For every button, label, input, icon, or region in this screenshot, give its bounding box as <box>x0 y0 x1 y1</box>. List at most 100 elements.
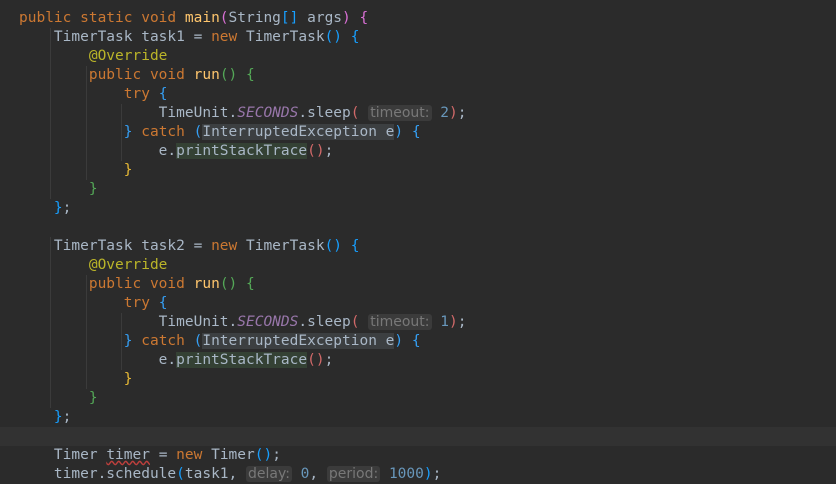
code-token: { <box>158 86 168 102</box>
code-line[interactable]: e.printStackTrace(); <box>0 142 836 161</box>
code-token: ) <box>394 124 404 140</box>
code-text: TimeUnit.SECONDS.sleep( timeout: 1); <box>19 313 466 332</box>
code-text: } catch (InterruptedException e) { <box>19 123 421 142</box>
code-line[interactable]: } <box>0 161 836 180</box>
code-token: } <box>19 181 98 197</box>
code-line[interactable]: @Override <box>0 47 836 66</box>
code-token: ) <box>448 105 458 121</box>
code-token: try <box>19 86 159 102</box>
code-token: main <box>184 10 220 26</box>
code-line[interactable]: try { <box>0 294 836 313</box>
code-token: } <box>19 124 133 140</box>
code-line[interactable]: } <box>0 389 836 408</box>
code-token: @Override <box>19 257 168 273</box>
parameter-hint: delay: <box>245 466 292 482</box>
code-token: run <box>193 276 220 292</box>
code-text: public void run() { <box>19 66 255 85</box>
code-token: } <box>19 333 133 349</box>
code-text: try { <box>19 294 168 313</box>
code-token: } <box>19 162 133 178</box>
code-line[interactable]: TimeUnit.SECONDS.sleep( timeout: 2); <box>0 104 836 123</box>
code-token: ; <box>432 466 442 482</box>
code-token: try <box>19 295 159 311</box>
code-line[interactable]: public static void main(String[] args) { <box>0 9 836 28</box>
code-token: public void <box>19 276 194 292</box>
code-token: new <box>211 29 246 45</box>
code-token: ; <box>324 143 334 159</box>
code-token: public void <box>19 67 194 83</box>
code-token: ) <box>423 466 433 482</box>
code-token: catch <box>132 124 194 140</box>
code-token: TimerTask task2 = <box>19 238 212 254</box>
code-line[interactable]: try { <box>0 85 836 104</box>
code-line[interactable]: e.printStackTrace(); <box>0 351 836 370</box>
code-token: new <box>176 447 212 463</box>
code-token: { <box>359 10 369 26</box>
code-token: () <box>219 276 238 292</box>
code-text: TimerTask task2 = new TimerTask() { <box>19 237 360 256</box>
code-token: .sleep <box>298 314 351 330</box>
code-token: 2 <box>440 105 449 121</box>
code-line[interactable]: TimeUnit.SECONDS.sleep( timeout: 1); <box>0 313 836 332</box>
code-token: () <box>307 352 325 368</box>
code-token: TimeUnit. <box>19 314 238 330</box>
code-line[interactable]: TimerTask task2 = new TimerTask() { <box>0 237 836 256</box>
code-token: timer <box>106 447 150 463</box>
code-token: e. <box>19 352 177 368</box>
code-text: } catch (InterruptedException e) { <box>19 332 421 351</box>
code-token: ) <box>394 333 404 349</box>
code-text: Timer timer = new Timer(); <box>19 446 281 465</box>
code-line[interactable]: } catch (InterruptedException e) { <box>0 123 836 142</box>
code-text: } <box>19 370 133 389</box>
code-token: .sleep <box>298 105 351 121</box>
code-token: public static void <box>19 10 185 26</box>
code-text: TimeUnit.SECONDS.sleep( timeout: 2); <box>19 104 466 123</box>
code-text: public static void main(String[] args) { <box>19 9 368 28</box>
code-text: } <box>19 180 98 199</box>
code-token: { <box>158 295 168 311</box>
code-token: InterruptedException e <box>202 333 395 349</box>
code-text: public void run() { <box>19 275 255 294</box>
code-token: ; <box>62 409 72 425</box>
code-token: ( <box>219 10 229 26</box>
code-line[interactable]: } <box>0 370 836 389</box>
code-line[interactable] <box>0 218 836 237</box>
code-line[interactable]: }; <box>0 199 836 218</box>
code-line[interactable]: TimerTask task1 = new TimerTask() { <box>0 28 836 47</box>
code-token: Timer <box>19 447 107 463</box>
code-line[interactable]: } catch (InterruptedException e) { <box>0 332 836 351</box>
code-token: } <box>19 371 133 387</box>
current-code-line[interactable] <box>0 427 836 446</box>
code-token: , <box>309 466 327 482</box>
code-line[interactable]: @Override <box>0 256 836 275</box>
code-token: = <box>149 447 177 463</box>
code-line[interactable]: Timer timer = new Timer(); <box>0 446 836 465</box>
code-token: TimerTask <box>245 29 325 45</box>
code-line[interactable]: public void run() { <box>0 275 836 294</box>
code-line[interactable]: } <box>0 180 836 199</box>
code-token: e. <box>19 143 177 159</box>
code-text: TimerTask task1 = new TimerTask() { <box>19 28 360 47</box>
code-line[interactable]: }; <box>0 408 836 427</box>
code-text: e.printStackTrace(); <box>19 351 333 370</box>
code-token: 1000 <box>388 466 424 482</box>
code-token: Timer <box>211 447 255 463</box>
code-token: printStackTrace <box>176 143 308 159</box>
code-line[interactable]: public void run() { <box>0 66 836 85</box>
code-token: [] <box>280 10 299 26</box>
code-editor[interactable]: public static void main(String[] args) {… <box>0 0 836 482</box>
code-token: () <box>307 143 325 159</box>
code-token: ; <box>324 352 334 368</box>
code-token: ) <box>448 314 458 330</box>
code-token: @Override <box>19 48 168 64</box>
code-token: () <box>254 447 273 463</box>
code-token: catch <box>132 333 194 349</box>
